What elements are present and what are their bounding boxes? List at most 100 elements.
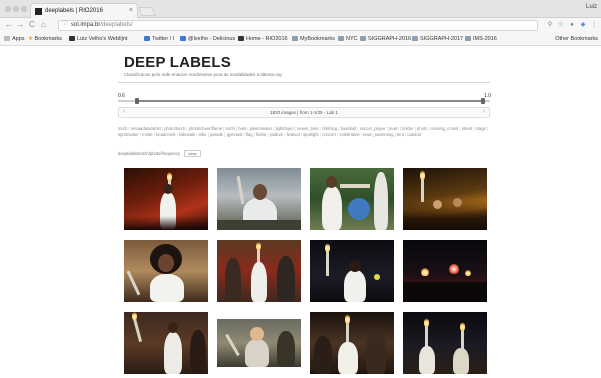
photo-thumbnail[interactable] [124, 168, 208, 230]
label-tag[interactable]: plasm/water [250, 126, 273, 131]
label-tag[interactable]: flag [246, 132, 253, 137]
prev-page-icon[interactable]: ‹ [123, 108, 125, 117]
other-bookmarks[interactable]: Other Bookmarks [555, 33, 598, 45]
photo-thumbnail[interactable] [310, 168, 394, 230]
menu-icon[interactable]: ⋮ [590, 21, 598, 29]
close-window-icon[interactable] [5, 6, 11, 12]
label-tag[interactable]: podium [269, 132, 283, 137]
label-tag[interactable]: holder [402, 126, 414, 131]
bookmark-mybookmarks[interactable]: MyBookmarks [292, 33, 335, 45]
label-tag[interactable]: mode [142, 132, 152, 137]
photo-thumbnail[interactable] [403, 168, 487, 230]
label-tag[interactable]: photo/cheer/flame [189, 126, 223, 131]
label-tag[interactable]: bats [238, 126, 246, 131]
twitter-icon [144, 35, 150, 41]
minimize-window-icon[interactable] [13, 6, 19, 12]
bookmark-bookmarks[interactable]: ★ Bookmarks [28, 33, 62, 45]
extension-icon[interactable]: ◆ [579, 21, 587, 29]
photo-thumbnail[interactable] [310, 312, 394, 374]
photo-thumbnail[interactable] [217, 240, 301, 302]
reload-icon[interactable]: C [29, 20, 35, 30]
label-tag[interactable]: celebration [339, 132, 360, 137]
label-tag[interactable]: metaadata/artist [131, 126, 161, 131]
label-tag[interactable]: gymnast [227, 132, 243, 137]
bookmark-label: Bookmarks [34, 36, 62, 42]
forward-arrow-icon[interactable]: → [16, 20, 24, 30]
browser-toolbar: ← → C ⌂ ⓘ sol.impa.br/deeplabels/ ⚲ ☆ ● … [0, 18, 601, 33]
label-tag[interactable]: concert [322, 132, 336, 137]
clear-button[interactable]: clear [184, 150, 201, 157]
profile-name[interactable]: Luiz [586, 4, 597, 10]
bookmark-apps[interactable]: Apps [4, 33, 25, 45]
pagination-bar: ‹ 1820 images | from 1-1/25 - Lab 1 › [118, 107, 490, 118]
label-tag[interactable]: sport/water [118, 132, 139, 137]
label-tag[interactable]: photo [417, 126, 427, 131]
photo-thumbnail[interactable] [217, 319, 301, 367]
photo-thumbnail[interactable] [403, 312, 487, 374]
slider-high-handle[interactable] [480, 98, 485, 104]
label-tag[interactable]: climbing [322, 126, 337, 131]
label-tag[interactable]: torch [118, 126, 127, 131]
label-tag[interactable]: soccer_player [360, 126, 386, 131]
label-tag[interactable]: baseball [341, 126, 357, 131]
tab-title: deeplabels | RIO2016 [45, 8, 103, 14]
photo-thumbnail[interactable] [124, 240, 208, 302]
label-tag[interactable]: tribe [199, 132, 207, 137]
bookmark-rio2016[interactable]: Home - RIO2016 [238, 33, 288, 45]
photo-thumbnail[interactable] [217, 168, 301, 230]
back-arrow-icon[interactable]: ← [5, 20, 13, 30]
label-tag[interactable]: outdoor [407, 132, 421, 137]
photo-thumbnail[interactable] [310, 240, 394, 302]
label-tag[interactable]: torch [226, 126, 235, 131]
new-tab-button[interactable] [138, 7, 156, 16]
label-tag[interactable]: running_crowd [431, 126, 458, 131]
zoom-icon[interactable]: ⚲ [546, 21, 554, 29]
search-row: deeplabels/torch/photo/frequency clear [118, 150, 201, 157]
photo-thumbnail[interactable] [124, 312, 208, 374]
favicon-icon [35, 8, 42, 15]
browser-tab[interactable]: deeplabels | RIO2016 × [30, 3, 138, 18]
label-tag[interactable]: headcrook [156, 132, 176, 137]
label-tag[interactable]: fiesta [256, 132, 266, 137]
home-icon[interactable]: ⌂ [41, 20, 46, 30]
page-info-icon[interactable]: ⓘ [62, 21, 68, 30]
next-page-icon[interactable]: › [483, 108, 485, 117]
address-bar[interactable]: ⓘ sol.impa.br/deeplabels/ [58, 20, 538, 31]
photo-thumbnail[interactable] [403, 240, 487, 302]
tag-separator: | [485, 126, 489, 131]
label-tag[interactable]: street [462, 126, 472, 131]
label-tag[interactable]: photo/torch [164, 126, 185, 131]
label-tag[interactable]: light/tojeo [276, 126, 294, 131]
bookmark-nyc[interactable]: NYC [338, 33, 358, 45]
label-tag[interactable]: stage [476, 126, 486, 131]
label-tag[interactable]: festival [287, 132, 300, 137]
bookmark-twitter[interactable]: Twitter / I [144, 33, 174, 45]
label-tag[interactable]: sidewalk [179, 132, 195, 137]
label-tag-cloud: torch | metaadata/artist | photo/torch |… [118, 126, 490, 138]
pagination-text: 1820 images | from 1-1/25 - Lab 1 [270, 110, 338, 115]
zoom-window-icon[interactable] [21, 6, 27, 12]
label-tag[interactable]: tent [397, 132, 404, 137]
slider-fill [136, 100, 483, 102]
bookmark-siggraph-2017[interactable]: SIGGRAPH-2017 [412, 33, 463, 45]
slider-low-handle[interactable] [134, 98, 139, 104]
bookmark-label: @lvelho - Delicious [188, 36, 236, 42]
bookmark-ims-2016[interactable]: IMS-2016 [465, 33, 497, 45]
extension-icon[interactable]: ● [568, 21, 576, 29]
bookmark-label: Twitter / I [152, 36, 175, 42]
url-host: sol.impa.br [71, 22, 101, 28]
url-path: /deeplabels/ [100, 22, 133, 28]
page-subtitle: Classificacao pelo rede.Imacion rendimie… [124, 72, 282, 77]
bookmark-weblijnt[interactable]: Luiz Velho's Weblíjnt [69, 33, 127, 45]
label-tag[interactable]: parade [210, 132, 223, 137]
bookmark-delicious[interactable]: @lvelho - Delicious [180, 33, 235, 45]
label-tag[interactable]: spotlight [303, 132, 319, 137]
bookmark-siggraph-2016[interactable]: SIGGRAPH-2016 [360, 33, 411, 45]
bookmark-label: Other Bookmarks [555, 36, 598, 42]
bookmark-star-icon[interactable]: ☆ [557, 21, 565, 29]
label-tag[interactable]: team_swimming [363, 132, 393, 137]
tab-close-icon[interactable]: × [129, 4, 133, 18]
label-tag[interactable]: newer_toss [297, 126, 318, 131]
confidence-range-slider[interactable] [118, 98, 490, 104]
folder-icon [338, 35, 344, 41]
